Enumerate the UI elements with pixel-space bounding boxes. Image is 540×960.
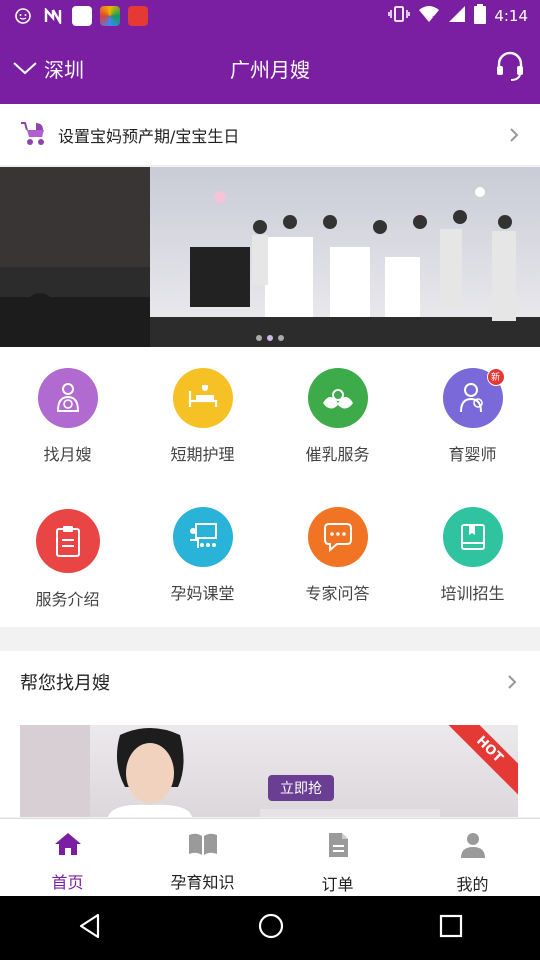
tab-label: 我的	[456, 875, 489, 894]
expert-qa-item[interactable]: 专家问答	[270, 507, 405, 604]
set-due-date-row[interactable]: 设置宝妈预产期/宝宝生日	[0, 104, 540, 166]
home-circle-icon[interactable]	[257, 912, 285, 944]
stroller-icon	[18, 120, 48, 150]
customer-service-headset-icon[interactable]	[494, 50, 526, 82]
promo-banner[interactable]: 立即抢 HOT	[20, 725, 518, 817]
clock-time: 4:14	[494, 7, 528, 25]
promo-photo	[20, 725, 440, 817]
recents-square-icon[interactable]	[438, 913, 464, 943]
new-badge: 新	[486, 368, 505, 386]
chevron-right-icon	[506, 127, 522, 143]
app-icon-color	[100, 6, 120, 26]
carousel-dot-active[interactable]	[267, 335, 273, 341]
classroom-icon	[172, 507, 233, 567]
app-icon-red	[128, 6, 148, 26]
grid-label: 找月嫂	[43, 445, 92, 464]
nanny-icon: 新	[442, 368, 505, 428]
grid-label: 短期护理	[170, 445, 235, 464]
status-bar: x 4:14	[0, 0, 540, 32]
tab-parenting-knowledge[interactable]: 孕育知识	[135, 819, 270, 896]
lactation-service-item[interactable]: 催乳服务	[270, 368, 405, 465]
tab-label: 孕育知识	[170, 873, 235, 892]
app-icon-white	[72, 6, 92, 26]
carousel-dot[interactable]	[278, 335, 284, 341]
grid-label: 孕妈课堂	[170, 584, 235, 603]
find-nurse-section: 帮您找月嫂 立即抢 HOT	[0, 651, 540, 817]
top-bar: 深圳 广州月嫂	[0, 32, 540, 104]
notification-icon	[12, 6, 34, 26]
lactation-icon	[307, 368, 368, 428]
carousel-dot[interactable]	[256, 335, 262, 341]
person-icon	[459, 831, 487, 863]
tab-orders[interactable]: 订单	[270, 819, 405, 896]
service-intro-item[interactable]: 服务介绍	[0, 509, 135, 610]
page-title: 广州月嫂	[230, 58, 310, 82]
chat-icon	[307, 507, 368, 567]
wifi-icon: x	[418, 5, 440, 27]
feature-grid: 找月嫂 短期护理 催乳服务 新 育婴师 服务介绍 孕妈课堂 专家问答 培训招生	[0, 347, 540, 627]
system-navigation-bar	[0, 896, 540, 960]
book-icon	[442, 507, 503, 567]
mother-baby-icon	[37, 368, 98, 428]
grab-now-button[interactable]: 立即抢	[268, 775, 334, 801]
tab-label: 订单	[321, 875, 354, 894]
back-icon[interactable]	[76, 912, 104, 944]
tab-mine[interactable]: 我的	[405, 819, 540, 896]
banner-photo	[0, 167, 540, 347]
battery-icon	[474, 4, 487, 28]
event-banner-carousel[interactable]	[0, 167, 540, 347]
pregnancy-class-item[interactable]: 孕妈课堂	[135, 507, 270, 604]
training-enrollment-item[interactable]: 培训招生	[405, 507, 540, 604]
short-term-care-item[interactable]: 短期护理	[135, 368, 270, 465]
nanny-item[interactable]: 新 育婴师	[405, 368, 540, 465]
section-title: 帮您找月嫂	[20, 673, 110, 694]
n-app-icon	[42, 6, 64, 26]
tab-label: 首页	[51, 873, 84, 892]
find-nurse-header[interactable]: 帮您找月嫂	[0, 651, 540, 713]
grid-label: 专家问答	[305, 584, 370, 603]
signal-icon	[448, 5, 466, 27]
clipboard-icon	[35, 509, 100, 573]
grid-label: 培训招生	[440, 584, 505, 603]
grid-label: 服务介绍	[35, 590, 100, 609]
section-divider	[0, 627, 540, 651]
find-maternity-nurse-item[interactable]: 找月嫂	[0, 368, 135, 465]
bottom-tab-bar: 首页 孕育知识 订单 我的	[0, 818, 540, 896]
vibrate-icon	[388, 5, 411, 27]
document-icon	[325, 831, 351, 863]
grid-label: 育婴师	[448, 445, 497, 464]
home-icon	[53, 831, 83, 861]
carousel-dots[interactable]	[0, 335, 540, 341]
chevron-right-icon	[504, 674, 520, 690]
svg-text:x: x	[432, 14, 436, 22]
open-book-icon	[187, 831, 219, 861]
tab-home[interactable]: 首页	[0, 819, 135, 896]
due-date-label: 设置宝妈预产期/宝宝生日	[58, 126, 240, 146]
grid-label: 催乳服务	[305, 445, 370, 464]
nursing-bed-icon	[172, 368, 233, 428]
